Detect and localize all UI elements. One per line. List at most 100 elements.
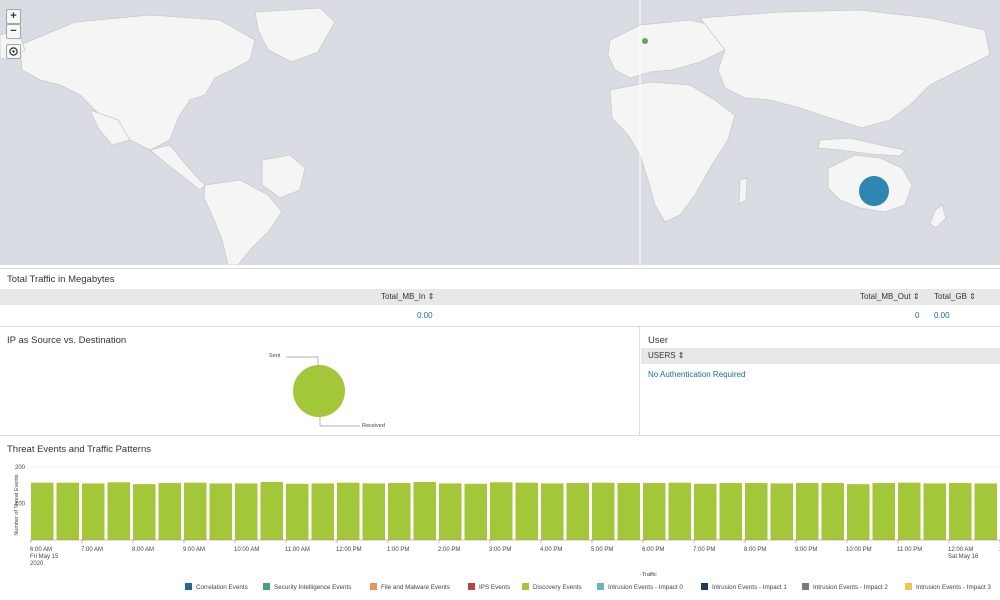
bar-discovery-events[interactable] <box>56 482 80 540</box>
legend-item[interactable]: Intrusion Events - Impact 3 <box>905 583 991 591</box>
legend-swatch <box>370 583 377 590</box>
world-map[interactable]: + − <box>0 0 1000 265</box>
sort-icon: ⇕ <box>677 351 685 360</box>
pie-slice-received[interactable] <box>293 365 345 417</box>
bar-discovery-events[interactable] <box>668 482 692 540</box>
user-value[interactable]: No Authentication Required <box>648 370 745 379</box>
bar-discovery-events[interactable] <box>490 482 513 540</box>
legend-swatch <box>597 583 604 590</box>
x-tick-label: 1:00 PM <box>387 547 409 553</box>
bar-discovery-events[interactable] <box>133 484 156 540</box>
ip-pie-chart <box>286 356 360 427</box>
pie-label-sent: Sent <box>269 353 281 359</box>
legend-swatch <box>905 583 912 590</box>
legend-label: Security Intelligence Events <box>274 584 352 591</box>
bar-discovery-events[interactable] <box>796 483 819 540</box>
legend-item[interactable]: Intrusion Events - Impact 0 <box>597 583 683 591</box>
bar-discovery-events[interactable] <box>541 483 564 540</box>
legend-label: Intrusion Events - Impact 2 <box>813 584 888 591</box>
zoom-in-button[interactable]: + <box>6 9 21 24</box>
bar-discovery-events[interactable] <box>286 483 309 540</box>
bar-discovery-events[interactable] <box>617 483 641 540</box>
col-header-users-label: USERS <box>648 351 676 360</box>
legend-item[interactable]: Intrusion Events - Impact 2 <box>802 583 888 591</box>
bar-discovery-events[interactable] <box>643 483 666 540</box>
bar-discovery-events[interactable] <box>362 483 386 540</box>
legend-label: IPS Events <box>479 584 511 591</box>
cell-gb[interactable]: 0.00 <box>934 311 950 320</box>
zoom-out-button[interactable]: − <box>6 24 21 39</box>
bar-discovery-events[interactable] <box>974 483 998 540</box>
legend-item[interactable]: File and Malware Events <box>370 583 450 591</box>
bar-discovery-events[interactable] <box>923 483 947 540</box>
legend-swatch <box>522 583 529 590</box>
legend-item[interactable]: Intrusion Events - Impact 1 <box>701 583 787 591</box>
x-tick-label: 6:00 AM <box>30 547 52 553</box>
col-header-mb-in[interactable]: Total_MB_In ⇕ <box>381 292 434 301</box>
bar-discovery-events[interactable] <box>694 483 717 540</box>
legend-swatch <box>802 583 809 590</box>
bar-discovery-events[interactable] <box>82 483 105 540</box>
locate-button[interactable] <box>6 44 21 59</box>
legend-item[interactable]: Discovery Events <box>522 583 582 591</box>
legend-swatch <box>263 583 270 590</box>
col-header-mb-out-label: Total_MB_Out <box>860 292 911 301</box>
legend-item[interactable]: Security Intelligence Events <box>263 583 351 591</box>
bar-discovery-events[interactable] <box>464 483 488 540</box>
sort-icon: ⇕ <box>969 292 976 301</box>
land-australia-west-copy <box>261 154 306 199</box>
sort-icon: ⇕ <box>912 292 920 301</box>
bar-discovery-events[interactable] <box>107 482 131 540</box>
col-header-gb[interactable]: Total_GB ⇕ <box>934 292 976 301</box>
location-marker-australia <box>859 176 889 206</box>
x-tick-sublabel: Fri May 15 <box>30 554 59 560</box>
bar-discovery-events[interactable] <box>388 483 411 540</box>
x-tick-label: 8:00 AM <box>132 547 154 553</box>
bar-discovery-events[interactable] <box>821 483 845 540</box>
bar-discovery-events[interactable] <box>770 483 794 540</box>
bar-discovery-events[interactable] <box>209 483 233 540</box>
x-tick-label: 10:00 AM <box>234 547 259 553</box>
x-tick-label: 7:00 PM <box>693 547 715 553</box>
world-map-svg <box>0 0 991 265</box>
bar-discovery-events[interactable] <box>184 482 207 540</box>
bar-discovery-events[interactable] <box>719 483 743 540</box>
bar-discovery-events[interactable] <box>515 482 539 540</box>
bar-discovery-events[interactable] <box>260 481 284 540</box>
bar-discovery-events[interactable] <box>949 483 972 540</box>
bar-discovery-events[interactable] <box>847 484 870 540</box>
x-tick-sublabel: 2020 <box>30 561 44 567</box>
legend-swatch <box>185 583 192 590</box>
bar-discovery-events[interactable] <box>337 482 360 540</box>
bar-discovery-events[interactable] <box>413 481 437 540</box>
bar-discovery-events[interactable] <box>898 482 921 540</box>
user-panel-title: User <box>648 335 669 346</box>
col-header-mb-out[interactable]: Total_MB_Out ⇕ <box>860 292 920 301</box>
x-tick-label: 10:00 PM <box>846 547 872 553</box>
bar-discovery-events[interactable] <box>872 483 896 540</box>
legend-label: Intrusion Events - Impact 0 <box>608 584 683 591</box>
location-point-europe <box>642 38 648 44</box>
legend-item[interactable]: IPS Events <box>468 583 510 591</box>
bar-discovery-events[interactable] <box>158 483 182 540</box>
x-tick-label: 5:00 PM <box>591 547 613 553</box>
x-tick-label: 8:00 PM <box>744 547 766 553</box>
bar-discovery-events[interactable] <box>311 483 335 540</box>
legend-item[interactable]: Correlation Events <box>185 583 248 591</box>
legend-label: File and Malware Events <box>381 584 450 591</box>
bar-discovery-events[interactable] <box>592 482 615 540</box>
bar-discovery-events[interactable] <box>566 483 590 540</box>
land-madagascar <box>738 177 748 205</box>
bar-discovery-events[interactable] <box>235 483 258 540</box>
bar-discovery-events[interactable] <box>439 483 462 540</box>
x-tick-label: 9:00 PM <box>795 547 817 553</box>
x-tick-label: 2:00 PM <box>438 547 460 553</box>
bar-discovery-events[interactable] <box>745 483 768 540</box>
y-tick-label: 100 <box>15 502 26 508</box>
cell-mb-out[interactable]: 0 <box>915 311 919 320</box>
bar-discovery-events[interactable] <box>31 482 54 540</box>
land-new-zealand <box>929 204 947 229</box>
threat-events-chart: 200 100 6:00 AMFri May 152020 7:00 AM 8:00 A… <box>15 465 1000 567</box>
col-header-users[interactable]: USERS ⇕ <box>648 351 685 360</box>
cell-mb-in[interactable]: 0.00 <box>417 311 433 320</box>
